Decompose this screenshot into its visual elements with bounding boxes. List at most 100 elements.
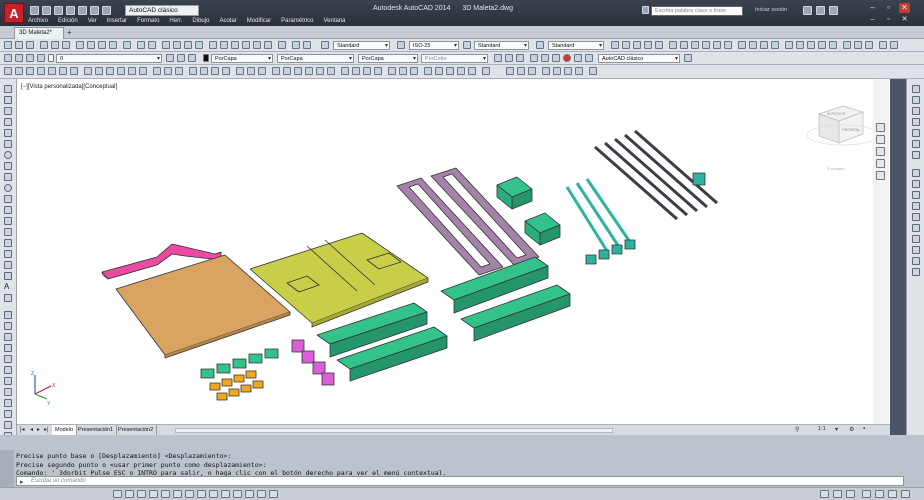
modeling-icon-6[interactable] <box>552 54 560 62</box>
annotation-visibility-icon[interactable]: ⚲ <box>795 426 799 433</box>
view-icon-8[interactable] <box>749 41 757 49</box>
cylinder-icon[interactable] <box>48 67 56 75</box>
dyn-icon[interactable] <box>209 490 218 498</box>
extend-icon[interactable] <box>4 421 12 429</box>
modeling-icon-4[interactable] <box>530 54 538 62</box>
save-as-icon[interactable] <box>66 6 75 15</box>
solid-icon-7[interactable] <box>854 41 862 49</box>
ucs-icon-6[interactable] <box>327 67 335 75</box>
right-tool-icon-6[interactable] <box>912 140 920 148</box>
view-icon-4[interactable] <box>702 41 710 49</box>
workspace-settings-icon[interactable] <box>684 54 692 62</box>
intersect-icon[interactable] <box>175 67 183 75</box>
isolate-objects-icon[interactable] <box>888 490 897 498</box>
right-tool-icon-3[interactable] <box>912 107 920 115</box>
qp-icon[interactable] <box>245 490 254 498</box>
save-tb-icon[interactable] <box>26 41 34 49</box>
am-icon[interactable] <box>269 490 278 498</box>
region-icon[interactable] <box>4 261 12 269</box>
menu-modificar[interactable]: Modificar <box>247 16 271 26</box>
right-tool-icon-4[interactable] <box>912 118 920 126</box>
last-tab-icon[interactable]: ▸| <box>44 426 49 433</box>
table-style-select[interactable]: Standard <box>474 41 529 50</box>
lock-ui-icon[interactable] <box>875 490 884 498</box>
layer-color-icon[interactable] <box>48 54 54 62</box>
right-tool-icon-15[interactable] <box>912 246 920 254</box>
app-menu-button[interactable]: A <box>4 3 24 23</box>
menu-dibujo[interactable]: Dibujo <box>192 16 209 26</box>
sweep-icon[interactable] <box>117 67 125 75</box>
right-tool-icon-1[interactable] <box>912 85 920 93</box>
right-tool-icon-12[interactable] <box>912 213 920 221</box>
menu-archivo[interactable]: Archivo <box>28 16 48 26</box>
text-style-icon[interactable] <box>321 41 329 49</box>
menu-ventana[interactable]: Ventana <box>323 16 345 26</box>
align-3d-icon[interactable] <box>211 67 219 75</box>
quick-view-drawings-icon[interactable] <box>846 490 855 498</box>
pyramid-icon[interactable] <box>70 67 78 75</box>
right-tool-icon-14[interactable] <box>912 235 920 243</box>
sphere-icon[interactable] <box>37 67 45 75</box>
layer-select[interactable]: 0 <box>56 54 162 63</box>
ucs-icon-10[interactable] <box>374 67 382 75</box>
make-block-icon[interactable] <box>4 217 12 225</box>
mleader-style-icon[interactable] <box>536 41 544 49</box>
tpy-icon[interactable] <box>233 490 242 498</box>
table-icon[interactable] <box>4 272 12 280</box>
workspace-select[interactable]: AutoCAD clásico <box>125 5 199 16</box>
layer-on-icon[interactable] <box>15 54 23 62</box>
match-properties-icon[interactable] <box>109 41 117 49</box>
erase-icon[interactable] <box>4 311 12 319</box>
menu-ver[interactable]: Ver <box>88 16 97 26</box>
sc-icon[interactable] <box>257 490 266 498</box>
undo-icon[interactable] <box>90 6 99 15</box>
visual-style-icon-1[interactable] <box>611 41 619 49</box>
menu-edicion[interactable]: Edición <box>58 16 78 26</box>
modeling-icon-2[interactable] <box>505 54 513 62</box>
copy-obj-icon[interactable] <box>4 322 12 330</box>
workspace-switch-icon[interactable]: ⚙ <box>849 426 854 433</box>
gradient-icon[interactable] <box>4 250 12 258</box>
copy-icon[interactable] <box>87 41 95 49</box>
solid-icon-6[interactable] <box>843 41 851 49</box>
inquiry-icon-7[interactable] <box>575 67 583 75</box>
mleader-style-select[interactable]: Standard <box>548 41 604 50</box>
menu-parametrico[interactable]: Paramétrico <box>281 16 313 26</box>
grid-icon[interactable] <box>125 490 134 498</box>
cut-icon[interactable] <box>76 41 84 49</box>
orbit-nav-icon[interactable] <box>876 159 885 168</box>
inquiry-icon-4[interactable] <box>542 67 550 75</box>
dim-style-select[interactable]: ISO-25 <box>409 41 459 50</box>
table-style-icon[interactable] <box>463 41 471 49</box>
solid-icon-5[interactable] <box>829 41 837 49</box>
horizontal-scrollbar[interactable] <box>175 428 613 433</box>
solid-icon-2[interactable] <box>796 41 804 49</box>
open-icon[interactable] <box>15 41 23 49</box>
maximize-icon[interactable]: ▫ <box>883 3 894 13</box>
snap-icon[interactable] <box>113 490 122 498</box>
workspace-toolbar-select[interactable]: AutoCAD clásico <box>598 54 680 63</box>
layer-tb-icon[interactable] <box>292 41 300 49</box>
menu-acotar[interactable]: Acotar <box>219 16 236 26</box>
zoom-window-icon[interactable] <box>184 41 192 49</box>
tab-presentacion2[interactable]: Presentación2 <box>115 425 158 435</box>
inquiry-icon-5[interactable] <box>553 67 561 75</box>
right-tool-icon-13[interactable] <box>912 224 920 232</box>
prev-tab-icon[interactable]: ◂ <box>30 426 33 433</box>
union-icon[interactable] <box>153 67 161 75</box>
render-icon[interactable] <box>563 54 571 62</box>
close-icon[interactable]: ✕ <box>899 3 910 13</box>
inquiry-icon-8[interactable] <box>589 67 597 75</box>
color-select[interactable]: PorCapa <box>211 54 273 63</box>
zoom-realtime-icon[interactable] <box>173 41 181 49</box>
help-search-input[interactable]: Escriba palabra clave o frase <box>651 6 743 16</box>
line-icon[interactable] <box>4 85 12 93</box>
render-tb-icon-5[interactable] <box>468 67 476 75</box>
ucs-icon-7[interactable] <box>341 67 349 75</box>
visual-style-icon-4[interactable] <box>644 41 652 49</box>
trim-icon[interactable] <box>4 410 12 418</box>
polygon-icon[interactable] <box>4 118 12 126</box>
cone-icon[interactable] <box>26 67 34 75</box>
first-tab-icon[interactable]: |◂ <box>20 426 25 433</box>
layer-state-icon[interactable] <box>303 41 311 49</box>
